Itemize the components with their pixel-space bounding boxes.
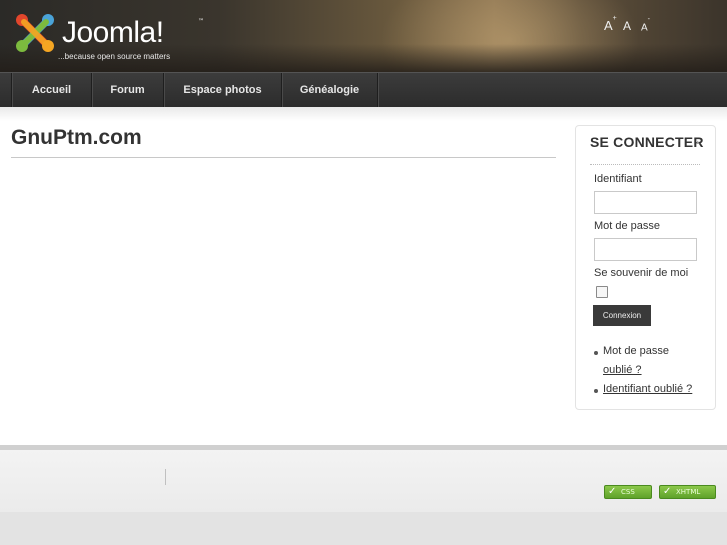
forgot-password-prefix: Mot de passe	[603, 345, 670, 357]
font-increase-button[interactable]: A+	[604, 14, 617, 33]
font-decrease-button[interactable]: A-	[641, 16, 650, 34]
bullet-icon	[594, 389, 598, 393]
logo-wordmark: Joomla!	[62, 16, 164, 49]
forgot-username-item: Identifiant oublié ?	[594, 383, 709, 399]
forgot-password-link[interactable]: oublié ?	[603, 364, 642, 376]
font-decrease-sup: -	[647, 16, 651, 23]
password-label: Mot de passe	[594, 220, 661, 232]
nav-item-espace-photos[interactable]: Espace photos	[163, 73, 281, 107]
xhtml-valid-badge[interactable]: ✓ XHTML	[659, 485, 716, 499]
font-decrease-label: A	[641, 22, 648, 34]
site-footer	[0, 450, 727, 512]
forgot-username-link[interactable]: Identifiant oublié ?	[603, 383, 692, 395]
footer-divider	[165, 469, 166, 485]
page-bottom-band	[0, 512, 727, 545]
nav-item-genealogie[interactable]: Généalogie	[281, 73, 377, 107]
css-badge-label: CSS	[621, 488, 635, 496]
nav-item-forum[interactable]: Forum	[91, 73, 163, 107]
site-header: Joomla! ™ ...because open source matters…	[0, 0, 727, 72]
joomla-logo[interactable]: Joomla! ™ ...because open source matters	[14, 12, 214, 64]
font-size-controls: A+ A A-	[604, 14, 664, 36]
remember-me-checkbox[interactable]	[596, 286, 608, 298]
username-field[interactable]	[594, 191, 697, 214]
remember-me-label: Se souvenir de moi	[594, 267, 689, 279]
nav-item-accueil[interactable]: Accueil	[11, 73, 91, 107]
main-nav: Accueil Forum Espace photos Généalogie	[0, 72, 727, 107]
checkmark-icon: ✓	[663, 486, 672, 497]
login-button[interactable]: Connexion	[593, 305, 651, 326]
joomla-logo-icon	[16, 14, 54, 52]
font-increase-label: A	[604, 18, 613, 33]
title-divider	[11, 157, 556, 158]
logo-trademark: ™	[198, 18, 204, 25]
xhtml-badge-label: XHTML	[676, 488, 701, 496]
module-title-divider	[590, 164, 700, 165]
login-module: SE CONNECTER ▴ Identifiant Mot de passe …	[575, 125, 716, 410]
collapse-arrow-icon[interactable]: ▴	[696, 138, 700, 146]
nav-divider	[377, 73, 379, 107]
css-valid-badge[interactable]: ✓ CSS	[604, 485, 652, 499]
forgot-password-item: Mot de passe oublié ?	[594, 345, 704, 381]
password-field[interactable]	[594, 238, 697, 261]
checkmark-icon: ✓	[608, 486, 617, 497]
page-title: GnuPtm.com	[11, 126, 142, 149]
font-increase-sup: +	[612, 14, 617, 22]
login-module-title: SE CONNECTER	[590, 134, 704, 150]
username-label: Identifiant	[594, 173, 642, 185]
font-reset-button[interactable]: A	[623, 19, 631, 33]
logo-tagline: ...because open source matters	[58, 52, 171, 61]
nav-shadow	[0, 107, 727, 121]
bullet-icon	[594, 351, 598, 355]
